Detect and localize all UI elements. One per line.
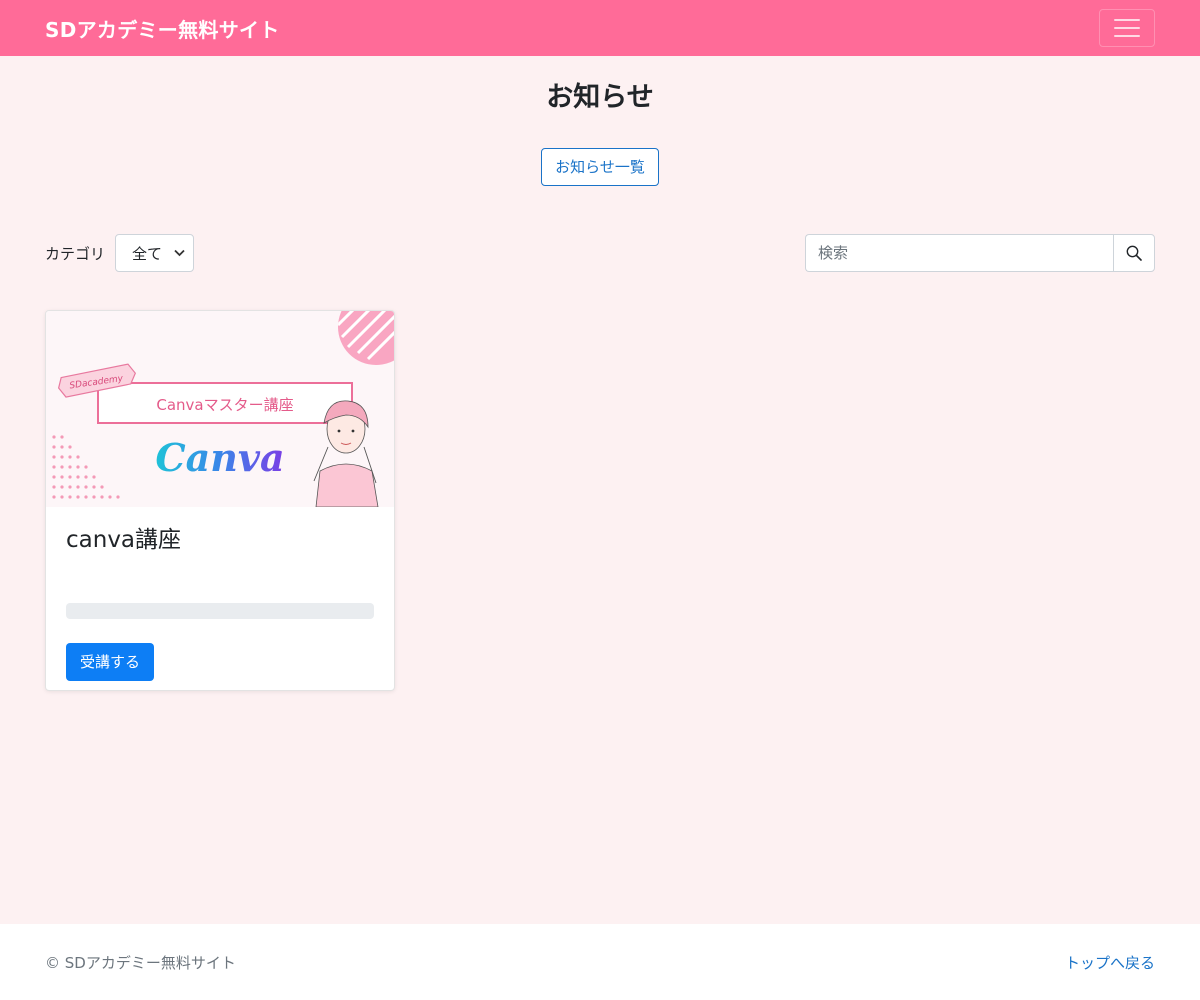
search-group [805,234,1155,272]
search-button[interactable] [1113,234,1155,272]
news-list-button[interactable]: お知らせ一覧 [541,148,659,186]
category-label: カテゴリ [45,244,106,263]
course-card-body: canva講座 受講する [46,507,394,690]
course-thumbnail: Canvaマスター講座 SDacademy Canva [46,311,394,508]
copyright: © SDアカデミー無料サイト [45,953,236,972]
category-select-value: 全て [132,244,163,263]
list-button-wrap: お知らせ一覧 [0,148,1200,186]
category-select[interactable]: 全て [115,234,195,272]
chevron-down-icon [174,247,185,260]
category-filter: カテゴリ 全て [45,234,195,272]
course-description-placeholder [66,603,374,619]
enroll-button[interactable]: 受講する [66,643,155,681]
menu-toggle-button[interactable] [1099,9,1155,47]
navbar: SDアカデミー無料サイト [0,0,1200,56]
hamburger-icon [1114,19,1140,21]
brand-link[interactable]: SDアカデミー無料サイト [45,14,280,43]
filter-row: カテゴリ 全て [0,234,1200,272]
search-input[interactable] [805,234,1113,272]
banner-text: Canvaマスター講座 [156,396,293,414]
search-icon [1126,245,1142,261]
course-card: Canvaマスター講座 SDacademy Canva canva講座 受講する [45,310,395,691]
back-to-top-link[interactable]: トップへ戻る [1065,952,1155,973]
footer: © SDアカデミー無料サイト トップへ戻る [0,924,1200,1000]
course-title: canva講座 [66,527,182,553]
canva-logo: Canva [155,435,284,480]
page-title: お知らせ [546,82,654,113]
thumbnail-illustration: Canvaマスター講座 SDacademy Canva [52,311,394,508]
